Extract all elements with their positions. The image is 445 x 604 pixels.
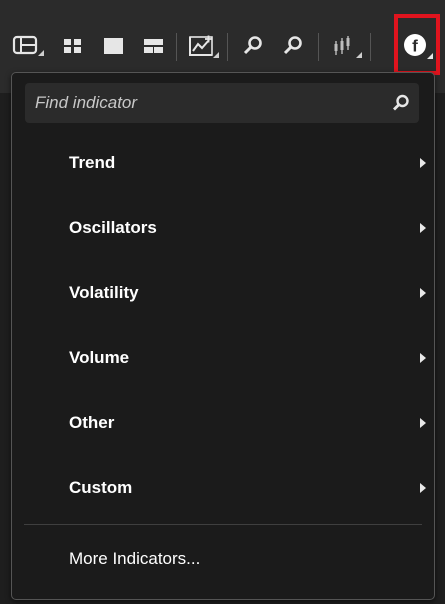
menu-divider [24, 524, 422, 525]
indicator-search-box [25, 83, 419, 123]
layout-panel-button[interactable] [10, 27, 46, 65]
menu-item-volatility[interactable]: Volatility [12, 260, 434, 325]
zoom-out-icon [283, 36, 302, 55]
split-horizontal-icon [144, 39, 163, 53]
menu-item-volume[interactable]: Volume [12, 325, 434, 390]
submenu-arrow-icon [420, 482, 426, 493]
submenu-arrow-icon [420, 287, 426, 298]
single-chart-button[interactable] [98, 27, 130, 65]
zoom-in-icon [243, 36, 262, 55]
toolbar-separator [318, 33, 319, 61]
submenu-arrow-icon [420, 352, 426, 363]
menu-item-label: Volatility [69, 282, 139, 302]
grid-four-icon [64, 39, 81, 53]
indicator-menu: Trend Oscillators Volatility Volume Othe… [11, 72, 435, 600]
zoom-in-button[interactable] [236, 27, 270, 65]
menu-item-label: Oscillators [69, 217, 157, 237]
grid-four-button[interactable] [58, 27, 88, 65]
app-root: f Trend Oscillators [0, 0, 445, 604]
indicator-search-input[interactable] [25, 83, 383, 123]
submenu-arrow-icon [420, 222, 426, 233]
submenu-arrow-icon [420, 417, 426, 428]
chart-add-icon [189, 35, 219, 58]
menu-item-label: Volume [69, 347, 130, 367]
menu-item-trend[interactable]: Trend [12, 130, 434, 195]
toolbar-separator [370, 33, 371, 61]
layout-panel-icon [12, 35, 44, 56]
search-icon[interactable] [383, 83, 419, 123]
toolbar-separator [227, 33, 228, 61]
menu-item-label: Custom [69, 477, 133, 497]
menu-item-label: Trend [69, 152, 116, 172]
menu-item-custom[interactable]: Custom [12, 455, 434, 520]
zoom-out-button[interactable] [276, 27, 310, 65]
split-horizontal-button[interactable] [138, 27, 170, 65]
more-indicators-item[interactable]: More Indicators... [69, 549, 200, 569]
candlestick-icon [334, 36, 362, 58]
chart-add-button[interactable] [182, 27, 222, 65]
highlight-box [394, 14, 440, 75]
menu-item-oscillators[interactable]: Oscillators [12, 195, 434, 260]
candlestick-button[interactable] [326, 27, 366, 65]
indicator-category-list: Trend Oscillators Volatility Volume Othe… [12, 130, 434, 520]
toolbar-separator [176, 33, 177, 61]
menu-item-other[interactable]: Other [12, 390, 434, 455]
single-chart-icon [104, 38, 123, 54]
menu-item-label: Other [69, 412, 115, 432]
submenu-arrow-icon [420, 157, 426, 168]
